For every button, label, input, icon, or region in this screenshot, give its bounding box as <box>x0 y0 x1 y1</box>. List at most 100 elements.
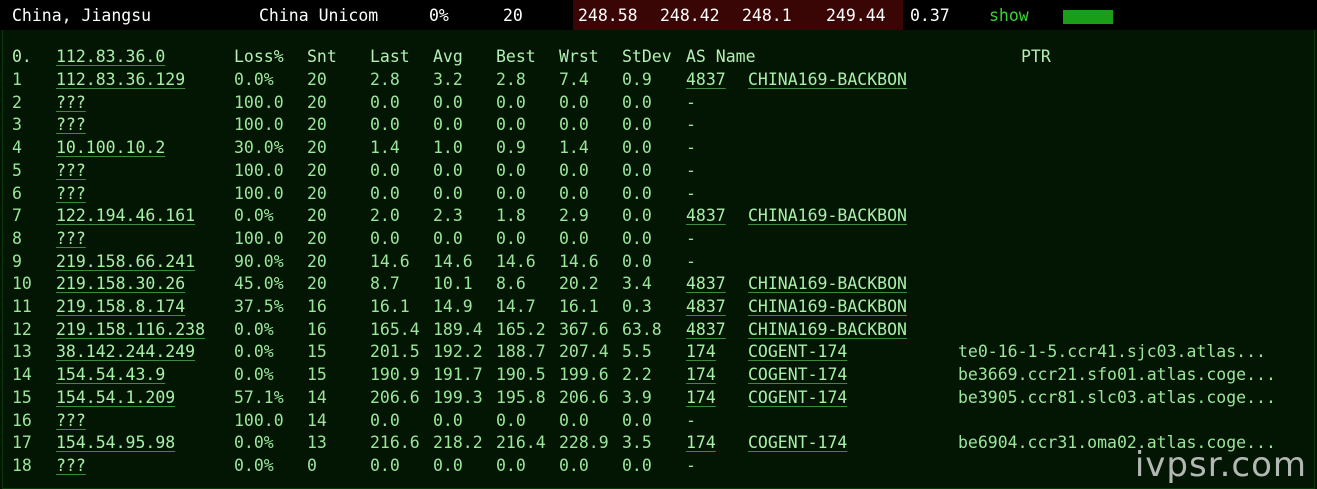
hop-asn[interactable]: 174 <box>686 388 716 407</box>
hop-ip[interactable]: 219.158.116.238 <box>56 320 205 339</box>
hop-avg: 10.1 <box>433 274 473 294</box>
hop-ip[interactable]: 219.158.8.174 <box>56 297 185 316</box>
hop-stdev: 0.0 <box>622 410 652 430</box>
hop-last: 0.0 <box>370 228 400 248</box>
hop-loss: 100.0 <box>234 92 284 112</box>
hop-ip[interactable]: 112.83.36.129 <box>56 70 185 89</box>
header-target-link[interactable]: 112.83.36.0 <box>56 47 165 66</box>
hop-asn[interactable]: 174 <box>686 342 716 361</box>
hop-stdev: 3.5 <box>622 433 652 453</box>
hop-as-name[interactable]: CHINA169-BACKBON <box>748 320 907 339</box>
hop-wrst: 0.0 <box>559 228 589 248</box>
hop-ip[interactable]: 154.54.43.9 <box>56 365 165 384</box>
hop-snt: 14 <box>307 410 327 430</box>
hop-snt: 20 <box>307 274 327 294</box>
hop-ip[interactable]: ??? <box>56 456 86 475</box>
hop-number: 7 <box>12 206 22 226</box>
hop-wrst: 367.6 <box>559 319 609 339</box>
hop-avg: 0.0 <box>433 455 463 475</box>
hop-asn[interactable]: 4837 <box>686 70 726 89</box>
hop-ip[interactable]: 154.54.1.209 <box>56 388 175 407</box>
summary-sent: 20 <box>503 6 523 25</box>
loss-bar <box>1063 10 1113 24</box>
header-best: Best <box>496 47 536 66</box>
hop-asn: - <box>686 115 696 135</box>
hop-number: 11 <box>12 297 32 316</box>
table-header: 0. 112.83.36.0 Loss% Snt Last Avg Best W… <box>0 47 1317 69</box>
hop-avg: 0.0 <box>433 410 463 430</box>
hop-stdev: 3.9 <box>622 387 652 407</box>
watermark: ivpsr.com <box>1134 445 1307 485</box>
hop-stdev: 2.2 <box>622 365 652 385</box>
hop-best: 0.0 <box>496 183 526 203</box>
hop-ip[interactable]: 154.54.95.98 <box>56 433 175 452</box>
hop-number: 6 <box>12 183 22 203</box>
hop-row: 4 10.100.10.2 30.0% 20 1.4 1.0 0.9 1.4 0.0 - <box>0 138 1317 160</box>
hop-ip[interactable]: ??? <box>56 161 86 180</box>
summary-worst: 249.44 <box>826 6 886 25</box>
hop-snt: 20 <box>307 160 327 180</box>
hop-best: 0.9 <box>496 138 526 158</box>
hop-as-name[interactable]: COGENT-174 <box>748 365 847 384</box>
hop-last: 0.0 <box>370 160 400 180</box>
hop-as-name[interactable]: CHINA169-BACKBON <box>748 274 907 293</box>
hop-best: 14.7 <box>496 297 536 316</box>
hop-asn[interactable]: 174 <box>686 365 716 384</box>
hop-best: 0.0 <box>496 410 526 430</box>
hop-wrst: 2.9 <box>559 206 589 226</box>
hop-number: 1 <box>12 70 22 89</box>
hop-as-name[interactable]: CHINA169-BACKBON <box>748 297 907 316</box>
hop-row: 15 154.54.1.209 57.1% 14 206.6 199.3 195.8 206.… <box>0 388 1317 410</box>
hop-best: 8.6 <box>496 274 526 294</box>
hop-number: 18 <box>12 455 32 475</box>
hop-last: 0.0 <box>370 183 400 203</box>
header-as-name: AS Name <box>686 47 756 66</box>
hop-as-name[interactable]: CHINA169-BACKBON <box>748 70 907 89</box>
hop-asn[interactable]: 4837 <box>686 274 726 293</box>
hop-best: 1.8 <box>496 206 526 226</box>
hop-ip[interactable]: ??? <box>56 115 86 134</box>
hop-ip[interactable]: 38.142.244.249 <box>56 342 195 361</box>
hop-avg: 0.0 <box>433 183 463 203</box>
show-button[interactable]: show <box>989 6 1029 25</box>
hop-as-name[interactable]: COGENT-174 <box>748 342 847 361</box>
hop-best: 195.8 <box>496 387 546 407</box>
hop-ip[interactable]: ??? <box>56 184 86 203</box>
hop-as-name[interactable]: COGENT-174 <box>748 388 847 407</box>
hop-ip[interactable]: ??? <box>56 229 86 248</box>
hop-asn[interactable]: 174 <box>686 433 716 452</box>
summary-avg: 248.42 <box>660 6 720 25</box>
hop-asn[interactable]: 4837 <box>686 320 726 339</box>
hop-ip[interactable]: 219.158.66.241 <box>56 252 195 271</box>
hop-last: 16.1 <box>370 297 410 316</box>
hop-asn: - <box>686 251 696 271</box>
hop-wrst: 0.0 <box>559 455 589 475</box>
hop-row: 9 219.158.66.241 90.0% 20 14.6 14.6 14.6 14.6 0.… <box>0 252 1317 274</box>
summary-stdev: 0.37 <box>910 6 950 25</box>
hop-wrst: 199.6 <box>559 365 609 385</box>
hop-number: 17 <box>12 433 32 453</box>
hop-loss: 100.0 <box>234 183 284 203</box>
hop-avg: 0.0 <box>433 160 463 180</box>
hop-row: 10 219.158.30.26 45.0% 20 8.7 10.1 8.6 20.2 3.4 4… <box>0 274 1317 296</box>
hop-loss: 0.0% <box>234 365 274 385</box>
hop-ip[interactable]: 122.194.46.161 <box>56 206 195 225</box>
hop-ip[interactable]: ??? <box>56 93 86 112</box>
hop-as-name[interactable]: COGENT-174 <box>748 433 847 452</box>
hop-stdev: 63.8 <box>622 319 662 339</box>
hop-best: 190.5 <box>496 365 546 385</box>
hop-as-name[interactable]: CHINA169-BACKBON <box>748 206 907 225</box>
header-snt: Snt <box>307 47 337 66</box>
hop-ip[interactable]: 10.100.10.2 <box>56 138 165 157</box>
hop-ip[interactable]: ??? <box>56 411 86 430</box>
hop-ip[interactable]: 219.158.30.26 <box>56 274 185 293</box>
hop-asn[interactable]: 4837 <box>686 297 726 316</box>
hop-number: 12 <box>12 319 32 339</box>
hop-last: 0.0 <box>370 92 400 112</box>
header-last: Last <box>370 47 410 66</box>
hop-row: 3??? 100.0 20 0.0 0.0 0.0 0.0 0.0 - <box>0 115 1317 137</box>
summary-loss: 0% <box>429 6 449 25</box>
hop-wrst: 0.0 <box>559 115 589 135</box>
hop-asn: - <box>686 455 696 475</box>
hop-asn[interactable]: 4837 <box>686 206 726 225</box>
